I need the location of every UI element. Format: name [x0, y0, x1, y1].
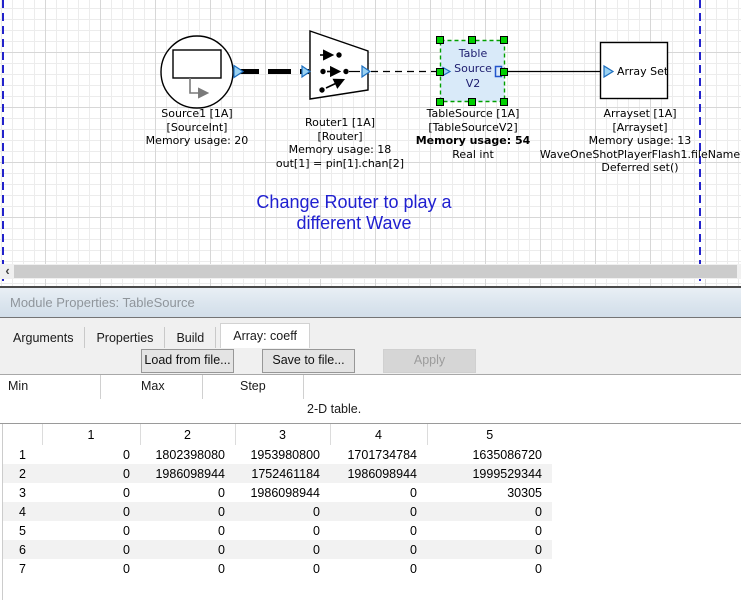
table-cell[interactable]: 0	[235, 502, 330, 521]
table-cell[interactable]: 0	[42, 559, 140, 578]
table-cell[interactable]: 30305	[427, 483, 552, 502]
scroll-left-icon[interactable]: ‹	[2, 264, 13, 279]
router1-input-pin-icon[interactable]	[302, 66, 310, 77]
arrayset-label: Arrayset [1A] [Arrayset] Memory usage: 1…	[540, 107, 740, 175]
table-cell[interactable]: 1953980800	[235, 445, 330, 464]
table-cell[interactable]: 1752461184	[235, 464, 330, 483]
table-row: 2019860989441752461184198609894419995293…	[3, 464, 552, 483]
table-row: 600000	[3, 540, 552, 559]
tablesource-label: TableSource [1A] [TableSourceV2] Memory …	[416, 107, 531, 161]
table-cell[interactable]: 0	[42, 502, 140, 521]
table-row: 3001986098944030305	[3, 483, 552, 502]
table-cell[interactable]: 0	[235, 521, 330, 540]
table-cell[interactable]: 0	[427, 502, 552, 521]
table-cell[interactable]: 1635086720	[427, 445, 552, 464]
module-properties-panel: Module Properties: TableSource Arguments…	[0, 286, 741, 600]
table-row: 500000	[3, 521, 552, 540]
min-label: Min	[8, 379, 28, 393]
table-cell[interactable]: 0	[140, 502, 235, 521]
table-dimension-note: 2-D table.	[307, 402, 361, 416]
table-cell[interactable]: 0	[42, 464, 140, 483]
table-cell[interactable]: 0	[330, 540, 427, 559]
table-cell[interactable]: 1701734784	[330, 445, 427, 464]
table-corner-cell	[3, 424, 42, 445]
router1-module[interactable]	[302, 31, 370, 99]
table-cell[interactable]: 1802398080	[140, 445, 235, 464]
table-cell[interactable]: 0	[427, 540, 552, 559]
table-cell[interactable]: 0	[330, 559, 427, 578]
max-label: Max	[141, 379, 165, 393]
tablesource-box-text: Table Source V2	[454, 46, 492, 91]
table-row: 700000	[3, 559, 552, 578]
router1-label: Router1 [1A] [Router] Memory usage: 18 o…	[276, 116, 404, 170]
table-cell[interactable]: 0	[140, 559, 235, 578]
table-cell[interactable]: 0	[140, 483, 235, 502]
application-window: { "colors": { "page_boundary_blue": "#23…	[0, 0, 741, 600]
table-cell[interactable]: 1986098944	[330, 464, 427, 483]
coefficient-table: 12345 1018023980801953980800170173478416…	[3, 424, 552, 578]
column-header[interactable]: 1	[42, 424, 140, 445]
row-header[interactable]: 5	[3, 521, 42, 540]
diagram-canvas[interactable]: Table Source V2 Array Set Source1 [1A] […	[0, 0, 741, 286]
table-cell[interactable]: 0	[42, 445, 140, 464]
apply-button[interactable]: Apply	[383, 349, 476, 373]
tab-properties[interactable]: Properties	[85, 327, 165, 348]
table-cell[interactable]: 0	[42, 521, 140, 540]
table-cell[interactable]: 1986098944	[140, 464, 235, 483]
table-cell[interactable]: 0	[330, 521, 427, 540]
tab-build[interactable]: Build	[165, 327, 216, 348]
table-cell[interactable]: 1999529344	[427, 464, 552, 483]
min-max-step-header: Min Max Step	[0, 375, 741, 400]
table-note-row: 2-D table.	[0, 400, 741, 423]
load-from-file-button[interactable]: Load from file...	[141, 349, 234, 373]
table-cell[interactable]: 0	[330, 502, 427, 521]
tab-strip: Arguments Properties Build Array: coeff	[0, 318, 741, 348]
canvas-annotation[interactable]: Change Router to play a different Wave	[256, 192, 451, 234]
table-cell[interactable]: 0	[427, 521, 552, 540]
table-row: 400000	[3, 502, 552, 521]
step-label: Step	[240, 379, 266, 393]
source1-module[interactable]	[161, 36, 243, 108]
row-header[interactable]: 7	[3, 559, 42, 578]
coefficient-grid-area: 12345 1018023980801953980800170173478416…	[0, 423, 741, 600]
tab-arguments[interactable]: Arguments	[2, 327, 85, 348]
table-cell[interactable]: 0	[42, 483, 140, 502]
table-cell[interactable]: 1986098944	[235, 483, 330, 502]
horizontal-scrollbar[interactable]: ‹	[0, 264, 741, 279]
table-cell[interactable]: 0	[427, 559, 552, 578]
table-row: 1018023980801953980800170173478416350867…	[3, 445, 552, 464]
save-to-file-button[interactable]: Save to file...	[262, 349, 355, 373]
source1-output-pin-icon[interactable]	[234, 66, 243, 78]
table-cell[interactable]: 0	[140, 521, 235, 540]
column-header[interactable]: 3	[235, 424, 330, 445]
table-cell[interactable]: 0	[330, 483, 427, 502]
column-header[interactable]: 5	[427, 424, 552, 445]
tab-array-coeff[interactable]: Array: coeff	[220, 323, 310, 348]
table-cell[interactable]: 0	[140, 540, 235, 559]
panel-title: Module Properties: TableSource	[0, 286, 741, 318]
column-header[interactable]: 4	[330, 424, 427, 445]
scrollbar-thumb[interactable]	[14, 265, 737, 278]
table-cell[interactable]: 0	[235, 559, 330, 578]
row-header[interactable]: 1	[3, 445, 42, 464]
arrayset-box-text: Array Set	[617, 65, 668, 78]
row-header[interactable]: 6	[3, 540, 42, 559]
table-cell[interactable]: 0	[42, 540, 140, 559]
row-header[interactable]: 2	[3, 464, 42, 483]
button-row: Load from file... Save to file... Apply	[0, 348, 741, 375]
table-cell[interactable]: 0	[235, 540, 330, 559]
row-header[interactable]: 4	[3, 502, 42, 521]
source1-label: Source1 [1A] [SourceInt] Memory usage: 2…	[146, 107, 249, 148]
row-header[interactable]: 3	[3, 483, 42, 502]
column-header[interactable]: 2	[140, 424, 235, 445]
